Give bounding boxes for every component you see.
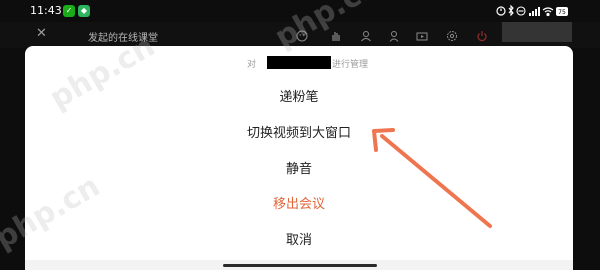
remove-from-meeting-option[interactable]: 移出会议 — [25, 190, 573, 220]
status-icons: 75 — [496, 3, 570, 19]
status-bar: 11:43 ✓ ◆ 75 — [0, 0, 600, 22]
power-icon[interactable] — [476, 30, 488, 42]
status-time: 11:43 — [30, 4, 62, 17]
battery-level: 75 — [558, 9, 566, 16]
switch-video-large-window-option[interactable]: 切换视频到大窗口 — [25, 119, 573, 149]
redacted-area — [502, 22, 572, 42]
video-icon[interactable] — [416, 30, 428, 42]
wechat-icon: ✓ — [63, 5, 75, 17]
participant-action-sheet: 对 进行管理 递粉笔 切换视频到大窗口 静音 移出会议 取消 — [25, 46, 573, 270]
battery-icon: 75 — [556, 7, 568, 16]
app-icon: ◆ — [78, 5, 90, 17]
members-icon[interactable] — [360, 30, 372, 42]
wifi-icon — [542, 7, 554, 17]
meeting-title: 发起的在线课堂 — [88, 33, 158, 44]
cancel-option[interactable]: 取消 — [25, 226, 573, 256]
header-prefix: 对 — [247, 60, 257, 70]
bluetooth-icon — [508, 4, 514, 17]
sheet-header: 对 进行管理 — [25, 56, 573, 70]
emoji-icon[interactable] — [296, 30, 308, 42]
home-indicator[interactable] — [223, 264, 377, 267]
signal-icon — [529, 7, 540, 16]
person-icon[interactable] — [388, 30, 400, 42]
redacted-participant-name — [267, 56, 331, 69]
header-suffix: 进行管理 — [332, 60, 369, 70]
dnd-icon — [516, 6, 526, 16]
screen: 11:43 ✓ ◆ 75 ✕ 发起的在线课堂 对 进行管理 递粉笔 切换视频到大… — [0, 0, 600, 270]
settings-icon[interactable] — [446, 30, 458, 42]
close-icon[interactable]: ✕ — [36, 27, 50, 41]
mute-option[interactable]: 静音 — [25, 155, 573, 185]
alarm-icon — [496, 6, 506, 16]
meeting-top-bar: ✕ 发起的在线课堂 — [0, 22, 600, 48]
raise-hand-icon[interactable] — [330, 30, 342, 42]
pass-chalk-option[interactable]: 递粉笔 — [25, 83, 573, 113]
